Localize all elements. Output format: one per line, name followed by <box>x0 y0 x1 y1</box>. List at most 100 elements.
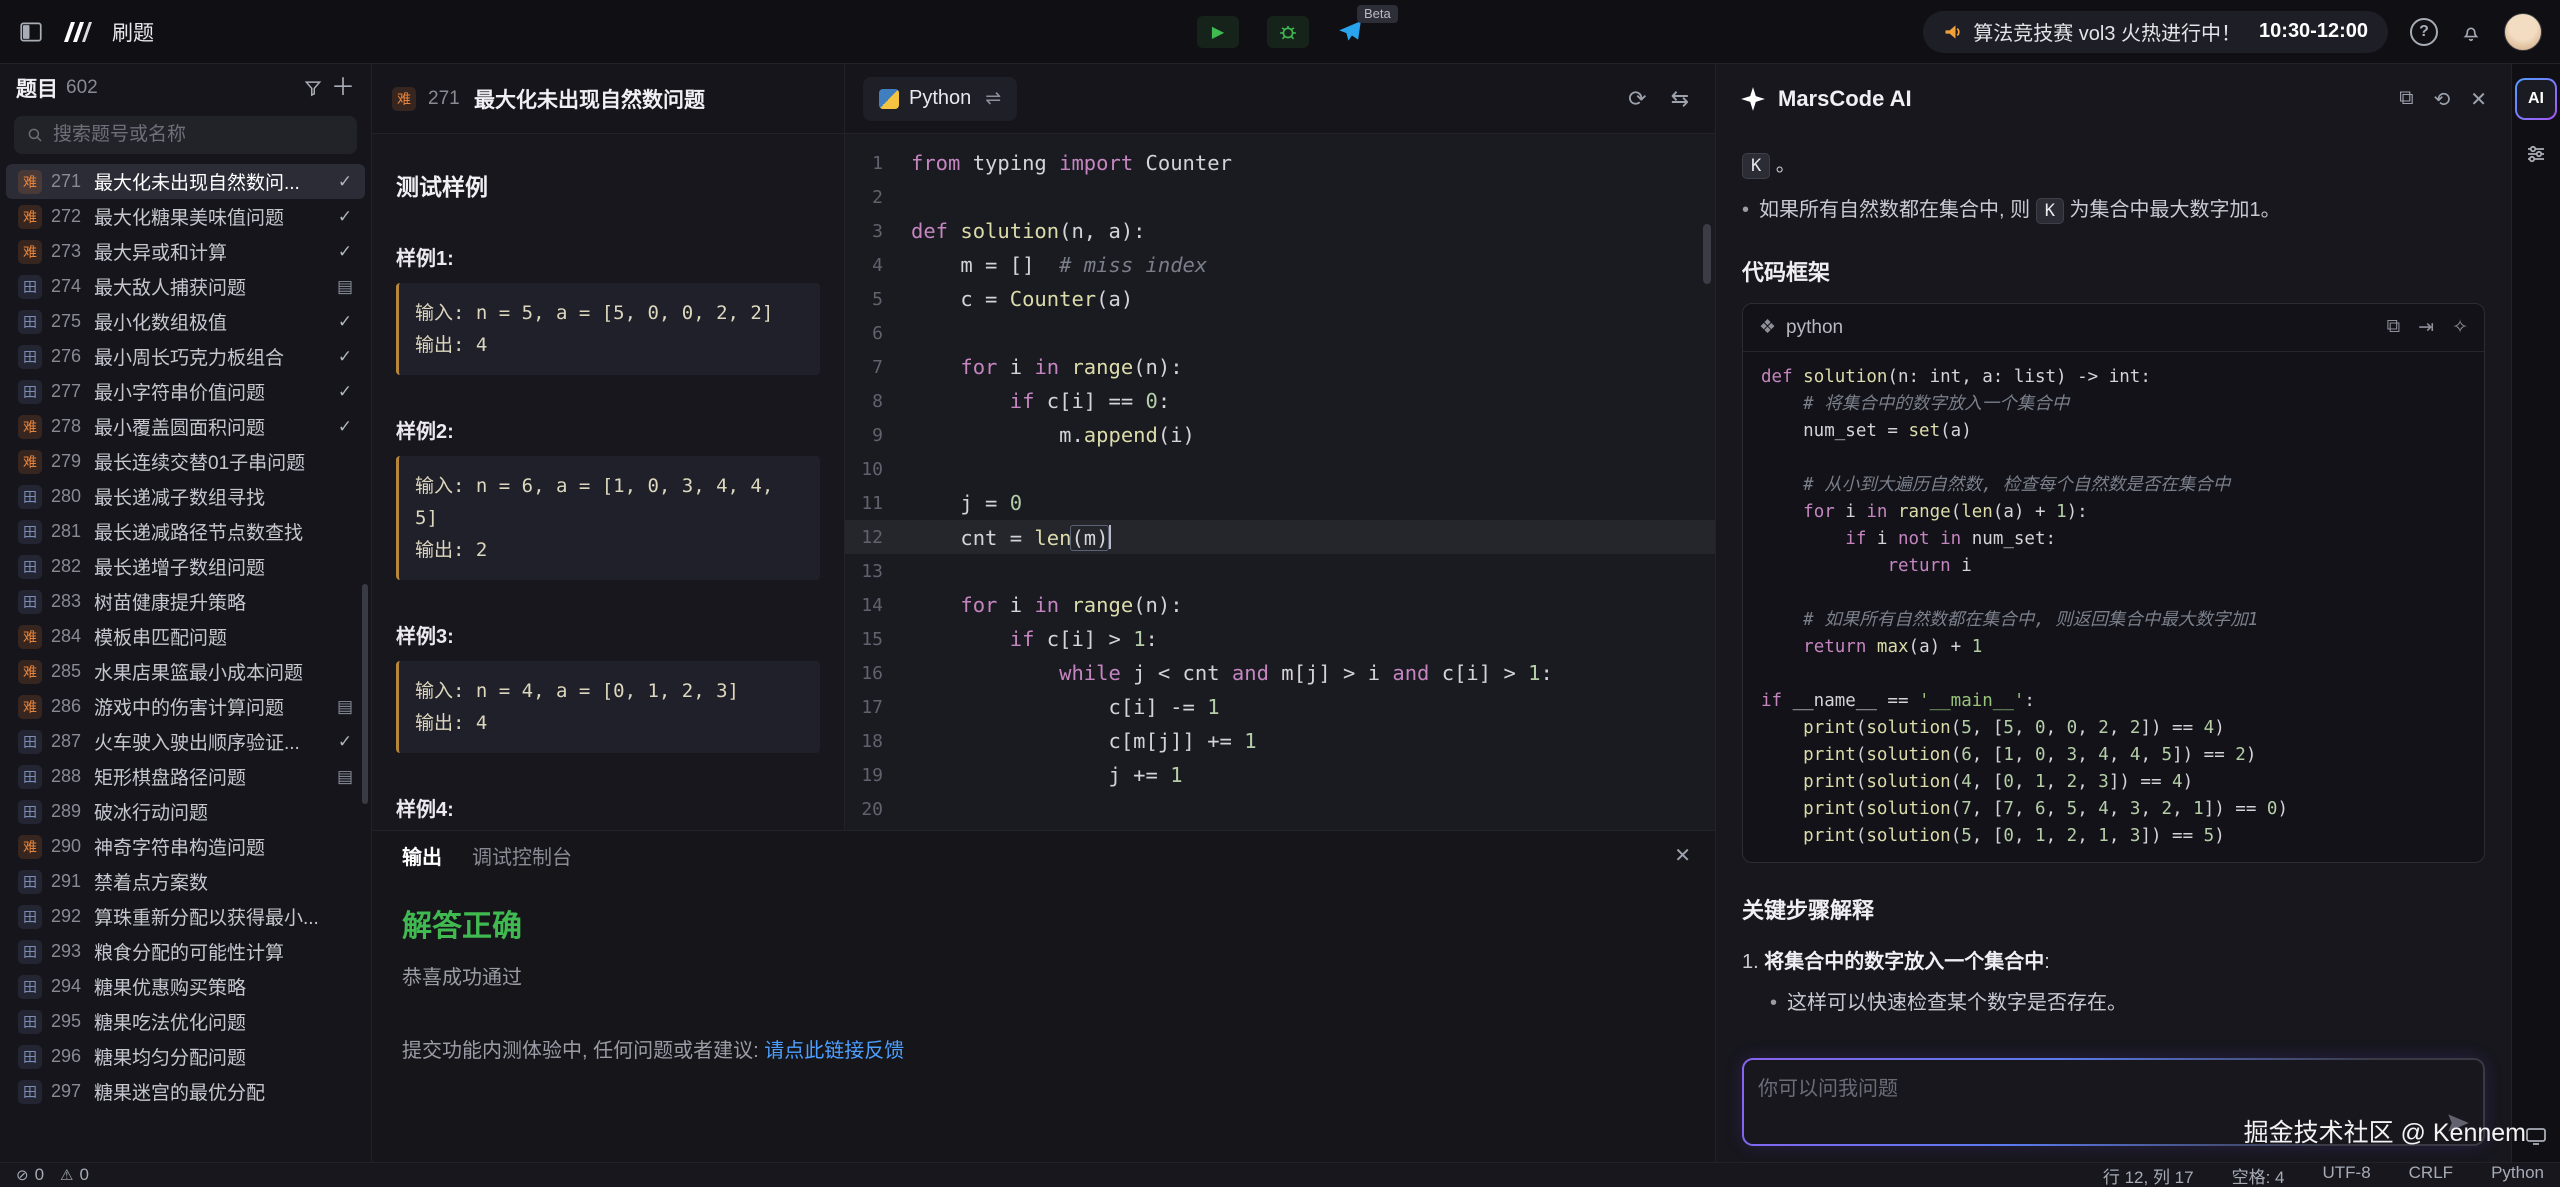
problem-list-item[interactable]: 难278最小覆盖圆面积问题✓ <box>6 409 365 444</box>
code-line[interactable]: 17 c[i] -= 1 <box>845 690 1715 724</box>
indentation-setting[interactable]: 空格: 4 <box>2232 1163 2285 1187</box>
code-line[interactable]: 9 m.append(i) <box>845 418 1715 452</box>
code-line[interactable]: 4 m = [] # miss index <box>845 248 1715 282</box>
problem-list-item[interactable]: 难290神奇字符串构造问题 <box>6 829 365 864</box>
problem-list-item[interactable]: 田275最小化数组极值✓ <box>6 304 365 339</box>
language-switch-icon[interactable]: ⇌ <box>985 87 1001 110</box>
code-line[interactable]: 13 <box>845 554 1715 588</box>
problems-title: 题目 <box>16 73 58 103</box>
help-icon[interactable]: ? <box>2410 18 2438 46</box>
line-number: 7 <box>845 357 911 378</box>
problem-list-item[interactable]: 难272最大化糖果美味值问题✓ <box>6 199 365 234</box>
history-icon[interactable]: ⟲ <box>2433 87 2450 112</box>
problem-body: 测试样例 样例1:输入: n = 5, a = [5, 0, 0, 2, 2]输… <box>372 134 844 830</box>
encoding-setting[interactable]: UTF-8 <box>2322 1163 2370 1187</box>
code-line[interactable]: 18 c[m[j]] += 1 <box>845 724 1715 758</box>
feedback-link[interactable]: 请点此链接反馈 <box>764 1040 904 1062</box>
activity-banner[interactable]: 算法竞技赛 vol3 火热进行中！ 10:30-12:00 <box>1923 11 2388 53</box>
problem-list-item[interactable]: 田292算珠重新分配以获得最小... <box>6 899 365 934</box>
problem-list-item[interactable]: 田295糖果吃法优化问题 <box>6 1004 365 1039</box>
problem-list-item[interactable]: 田282最长递增子数组问题 <box>6 549 365 584</box>
insert-code-icon[interactable]: ⇥ <box>2418 316 2434 339</box>
problem-list-item[interactable]: 田277最小字符串价值问题✓ <box>6 374 365 409</box>
problem-list-item[interactable]: 田293粮食分配的可能性计算 <box>6 934 365 969</box>
problem-list-item[interactable]: 田288矩形棋盘路径问题▤ <box>6 759 365 794</box>
line-number: 5 <box>845 289 911 310</box>
result-subtitle: 恭喜成功通过 <box>402 961 1685 990</box>
filter-icon[interactable] <box>303 78 323 98</box>
problem-list-item[interactable]: 田294糖果优惠购买策略 <box>6 969 365 1004</box>
problem-list-item[interactable]: 难286游戏中的伤害计算问题▤ <box>6 689 365 724</box>
difficulty-icon: 难 <box>18 625 42 649</box>
add-problem-icon[interactable]: ＋ <box>331 76 355 100</box>
debug-button[interactable] <box>1267 16 1309 48</box>
code-line[interactable]: 1from typing import Counter <box>845 146 1715 180</box>
avatar[interactable] <box>2504 13 2542 51</box>
problem-list-item[interactable]: 难285水果店果篮最小成本问题 <box>6 654 365 689</box>
close-icon[interactable]: ✕ <box>1674 843 1691 868</box>
problem-list-item[interactable]: 田280最长递减子数组寻找 <box>6 479 365 514</box>
tab-debug-console[interactable]: 调试控制台 <box>472 841 572 870</box>
app-window: 刷题 ▶ Beta 算法竞技赛 vo <box>0 0 2560 1187</box>
open-in-editor-icon[interactable]: ⧉ <box>2399 87 2413 112</box>
language-mode[interactable]: Python <box>2491 1163 2544 1187</box>
problem-list-item[interactable]: 田287火车驶入驶出顺序验证...✓ <box>6 724 365 759</box>
line-number: 9 <box>845 425 911 446</box>
problem-list-item[interactable]: 田283树苗健康提升策略 <box>6 584 365 619</box>
cursor-position[interactable]: 行 12, 列 17 <box>2103 1163 2194 1187</box>
problem-list-item[interactable]: 田274最大敌人捕获问题▤ <box>6 269 365 304</box>
code-line[interactable]: 5 c = Counter(a) <box>845 282 1715 316</box>
skills-icon[interactable] <box>2524 142 2548 166</box>
problem-list-item[interactable]: 田281最长递减路径节点数查找 <box>6 514 365 549</box>
code-line[interactable]: 3def solution(n, a): <box>845 214 1715 248</box>
reset-code-icon[interactable]: ⟳ <box>1628 86 1646 112</box>
compare-code-icon[interactable]: ⇆ <box>1671 86 1689 112</box>
monitor-icon[interactable] <box>2524 1124 2548 1148</box>
close-icon[interactable]: ✕ <box>2470 87 2487 112</box>
problem-list-item[interactable]: 难279最长连续交替01子串问题 <box>6 444 365 479</box>
code-line[interactable]: 6 <box>845 316 1715 350</box>
problem-list-item[interactable]: 难284模板串匹配问题 <box>6 619 365 654</box>
ai-sidebar-button[interactable]: AI <box>2515 78 2557 120</box>
problem-list-item[interactable]: 田276最小周长巧克力板组合✓ <box>6 339 365 374</box>
problem-list-item[interactable]: 田296糖果均匀分配问题 <box>6 1039 365 1074</box>
problem-number: 276 <box>51 346 85 367</box>
code-line[interactable]: 2 <box>845 180 1715 214</box>
eol-setting[interactable]: CRLF <box>2409 1163 2453 1187</box>
code-line[interactable]: 16 while j < cnt and m[j] > i and c[i] >… <box>845 656 1715 690</box>
editor-code-area[interactable]: 1from typing import Counter23def solutio… <box>845 134 1715 830</box>
editor-scrollbar[interactable] <box>1703 224 1711 284</box>
errors-indicator[interactable]: ⊘0 <box>16 1165 44 1185</box>
sidebar-toggle-icon[interactable] <box>18 19 44 45</box>
problem-list-item[interactable]: 田291禁着点方案数 <box>6 864 365 899</box>
code-editor[interactable]: Python ⇌ ⟳ ⇆ 1from typing import Counter… <box>845 64 1715 830</box>
code-line[interactable]: 12 cnt = len(m) <box>845 520 1715 554</box>
problem-number: 273 <box>51 241 85 262</box>
run-button[interactable]: ▶ <box>1197 16 1239 48</box>
problem-list-item[interactable]: 难271最大化未出现自然数问...✓ <box>6 164 365 199</box>
code-line[interactable]: 14 for i in range(n): <box>845 588 1715 622</box>
code-line[interactable]: 10 <box>845 452 1715 486</box>
search-input[interactable] <box>53 124 345 146</box>
marscode-logo[interactable] <box>60 18 94 46</box>
apply-code-icon[interactable]: ✧ <box>2452 316 2468 339</box>
code-frame-title: 代码框架 <box>1742 255 2485 287</box>
marscode-ai-logo <box>1740 86 1766 112</box>
problem-number: 292 <box>51 906 85 927</box>
tab-output[interactable]: 输出 <box>402 841 442 870</box>
code-line[interactable]: 11 j = 0 <box>845 486 1715 520</box>
code-line[interactable]: 7 for i in range(n): <box>845 350 1715 384</box>
code-line[interactable]: 8 if c[i] == 0: <box>845 384 1715 418</box>
problem-list-item[interactable]: 田297糖果迷宫的最优分配 <box>6 1074 365 1109</box>
code-line[interactable]: 20 <box>845 792 1715 826</box>
search-box[interactable] <box>14 116 357 154</box>
code-line[interactable]: 19 j += 1 <box>845 758 1715 792</box>
copy-icon[interactable]: ⧉ <box>2387 316 2401 339</box>
warnings-indicator[interactable]: ⚠0 <box>60 1165 89 1185</box>
tab-python[interactable]: Python ⇌ <box>863 77 1017 121</box>
problem-list-item[interactable]: 田289破冰行动问题 <box>6 794 365 829</box>
bell-icon[interactable] <box>2460 21 2482 43</box>
problem-list-item[interactable]: 难273最大异或和计算✓ <box>6 234 365 269</box>
code-line[interactable]: 15 if c[i] > 1: <box>845 622 1715 656</box>
sidebar-scrollbar[interactable] <box>362 584 368 804</box>
